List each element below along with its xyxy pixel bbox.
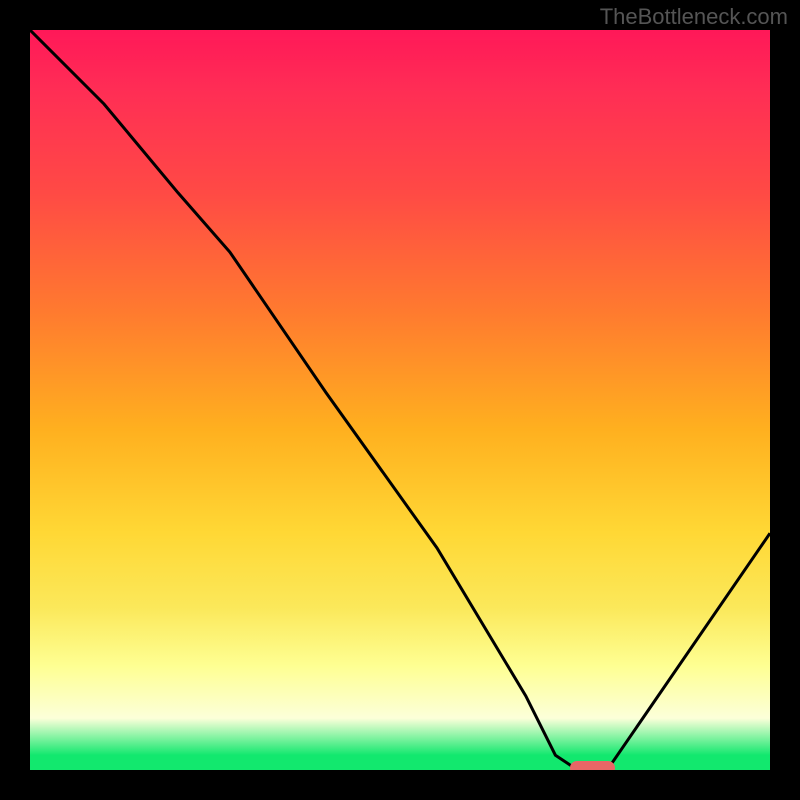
watermark-text: TheBottleneck.com: [600, 4, 788, 30]
bottleneck-curve: [30, 30, 770, 770]
optimal-range-marker: [570, 761, 614, 770]
chart-plot-area: [30, 30, 770, 770]
